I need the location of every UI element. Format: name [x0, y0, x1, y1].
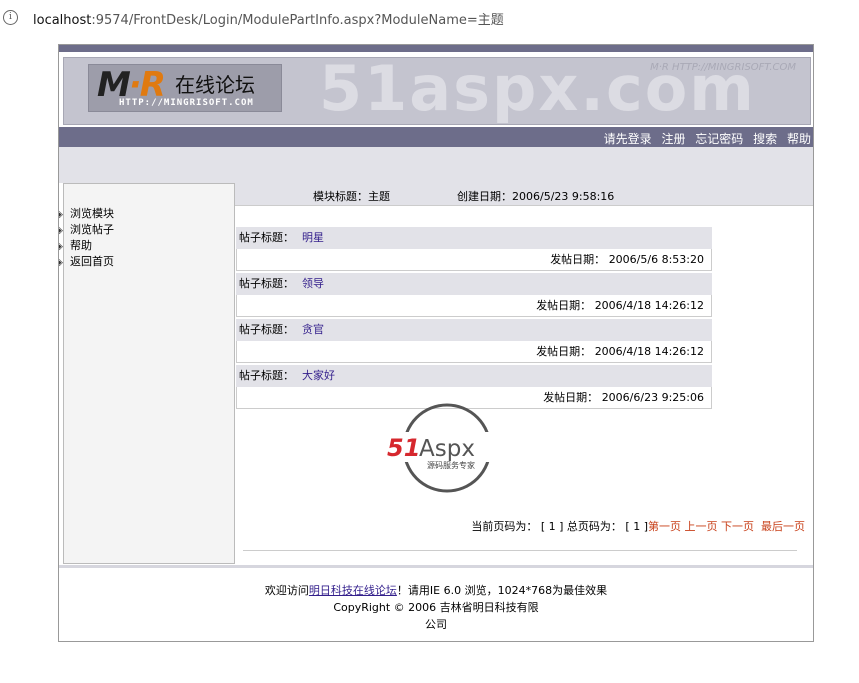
post-title-label: 帖子标题：	[239, 277, 294, 290]
last-page-link[interactable]: 最后一页	[761, 520, 805, 533]
post-title-link[interactable]: 大家好	[302, 369, 335, 382]
logo-url: HTTP://MINGRISOFT.COM	[119, 98, 254, 108]
site-logo: M·R 在线论坛 HTTP://MINGRISOFT.COM	[88, 64, 282, 112]
post-date: 发帖日期： 2006/4/18 14:26:12	[236, 295, 712, 317]
post-item: 帖子标题： 领导 发帖日期： 2006/4/18 14:26:12	[236, 273, 712, 318]
prev-page-link[interactable]: 上一页	[685, 520, 718, 533]
nav-bar: 请先登录 注册 忘记密码 搜索 帮助	[59, 127, 813, 147]
header-banner: 51aspx.com M·R HTTP://MINGRISOFT.COM M·R…	[63, 57, 811, 125]
footer-company: 公司	[425, 618, 447, 631]
post-item: 帖子标题： 贪官 发帖日期： 2006/4/18 14:26:12	[236, 319, 712, 364]
post-date: 发帖日期： 2006/4/18 14:26:12	[236, 341, 712, 363]
footer-site-link[interactable]: 明日科技在线论坛	[309, 584, 397, 597]
pager: 当前页码为： [ 1 ] 总页码为： [ 1 ]第一页 上一页 下一页 最后一页	[471, 520, 805, 533]
nav-help-link[interactable]: 帮助	[787, 132, 811, 146]
post-title-link[interactable]: 领导	[302, 277, 324, 290]
browser-address-bar[interactable]: i localhost:9574/FrontDesk/Login/ModuleP…	[0, 0, 859, 37]
sidebar-item-help[interactable]: ◈帮助	[59, 238, 114, 255]
footer-copyright: CopyRight © 2006 吉林省明日科技有限	[333, 601, 539, 614]
post-title-label: 帖子标题：	[239, 323, 294, 336]
first-page-link[interactable]: 第一页	[648, 520, 681, 533]
module-header: 模块标题：主题 创建日期：2006/5/23 9:58:16	[235, 183, 813, 206]
nav-login-link[interactable]: 请先登录	[604, 132, 652, 146]
stamp-brand-aspx: Aspx	[419, 436, 475, 462]
nav-forgot-password-link[interactable]: 忘记密码	[695, 132, 743, 146]
sidebar-item-home[interactable]: ◈返回首页	[59, 254, 114, 271]
logo-title: 在线论坛	[175, 73, 255, 97]
info-icon[interactable]: i	[3, 10, 18, 25]
sub-header-bar	[59, 147, 813, 183]
diamond-bullet-icon: ◈	[59, 239, 64, 255]
top-strip	[59, 45, 813, 52]
module-created-date: 创建日期：2006/5/23 9:58:16	[457, 190, 615, 203]
next-page-link[interactable]: 下一页	[721, 520, 754, 533]
main-content: 模块标题：主题 创建日期：2006/5/23 9:58:16 帖子标题： 明星 发…	[235, 183, 813, 562]
sidebar-item-browse-posts[interactable]: ◈浏览帖子	[59, 222, 114, 239]
post-date: 发帖日期： 2006/5/6 8:53:20	[236, 249, 712, 271]
url-text[interactable]: localhost:9574/FrontDesk/Login/ModulePar…	[33, 9, 504, 28]
nav-register-link[interactable]: 注册	[661, 132, 685, 146]
post-title-label: 帖子标题：	[239, 231, 294, 244]
post-title-label: 帖子标题：	[239, 369, 294, 382]
post-item: 帖子标题： 明星 发帖日期： 2006/5/6 8:53:20	[236, 227, 712, 272]
module-title: 模块标题：主题	[313, 190, 390, 203]
footer-welcome: 欢迎访问明日科技在线论坛！请用IE 6.0 浏览，1024*768为最佳效果	[264, 584, 608, 597]
stamp-slogan: 源码服务专家	[427, 460, 475, 470]
divider	[243, 550, 797, 551]
post-title-link[interactable]: 明星	[302, 231, 324, 244]
sidebar-item-browse-modules[interactable]: ◈浏览模块	[59, 206, 114, 223]
stamp-brand-51: 51	[387, 434, 420, 462]
diamond-bullet-icon: ◈	[59, 223, 64, 239]
banner-watermark-url: M·R HTTP://MINGRISOFT.COM	[650, 62, 796, 73]
diamond-bullet-icon: ◈	[59, 207, 64, 223]
sidebar: ◈浏览模块 ◈浏览帖子 ◈帮助 ◈返回首页	[59, 183, 235, 564]
diamond-bullet-icon: ◈	[59, 255, 64, 271]
nav-search-link[interactable]: 搜索	[753, 132, 777, 146]
51aspx-stamp-logo: 51 Aspx 源码服务专家	[385, 403, 515, 493]
page-frame: 51aspx.com M·R HTTP://MINGRISOFT.COM M·R…	[58, 44, 814, 642]
footer: 欢迎访问明日科技在线论坛！请用IE 6.0 浏览，1024*768为最佳效果 C…	[59, 565, 813, 641]
post-title-link[interactable]: 贪官	[302, 323, 324, 336]
